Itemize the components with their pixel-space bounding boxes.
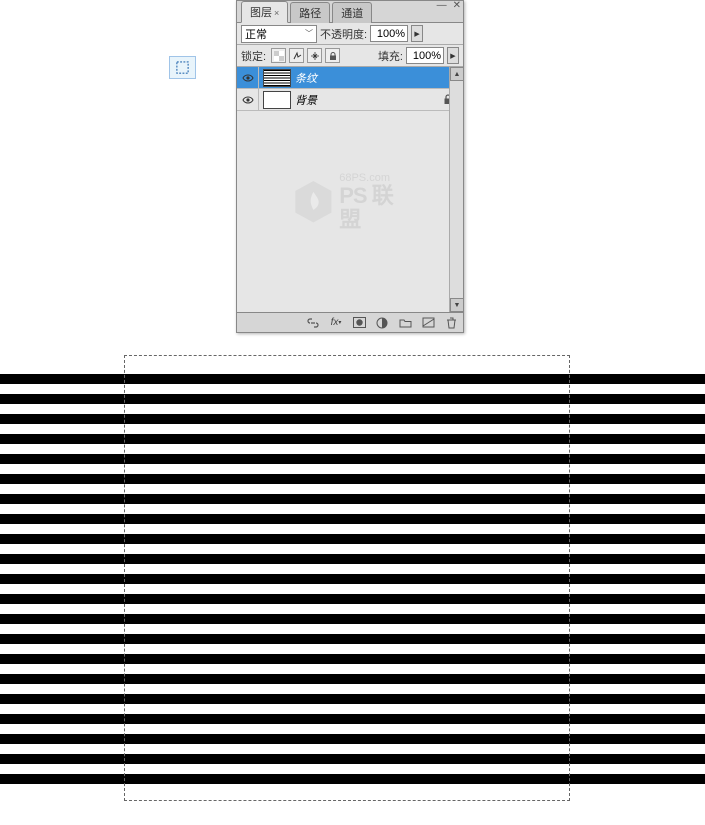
- eye-icon: [242, 96, 254, 104]
- opacity-label: 不透明度:: [320, 26, 367, 42]
- opacity-flyout-icon[interactable]: ▶: [411, 25, 423, 42]
- layer-row-stripes[interactable]: 条纹: [237, 67, 463, 89]
- selection-marquee[interactable]: [124, 355, 570, 801]
- lock-icons-group: [271, 48, 340, 63]
- layer-name[interactable]: 条纹: [295, 70, 463, 86]
- panel-tabs: 图层× 路径 通道: [237, 1, 463, 23]
- scroll-down-icon[interactable]: ▼: [450, 298, 464, 312]
- lock-position-icon[interactable]: [307, 48, 322, 63]
- layers-panel: — ✕ 图层× 路径 通道 正常 ﹀ 不透明度: 100% ▶ 锁定: 填充:: [236, 0, 464, 333]
- lock-transparent-icon[interactable]: [271, 48, 286, 63]
- scroll-up-icon[interactable]: ▲: [450, 67, 464, 81]
- fill-input[interactable]: 100%: [406, 47, 444, 64]
- minimize-icon[interactable]: —: [437, 1, 447, 11]
- lock-label: 锁定:: [241, 48, 266, 64]
- layer-list: 条纹 背景 68PS.com PS 联盟 ▲ ▼: [237, 67, 463, 312]
- chevron-down-icon: ﹀: [305, 28, 313, 39]
- lock-pixels-icon[interactable]: [289, 48, 304, 63]
- watermark-domain: 68PS.com: [339, 172, 406, 184]
- tab-label: 路径: [299, 8, 321, 20]
- layer-fx-icon[interactable]: fx▾: [328, 316, 344, 330]
- layer-thumbnail[interactable]: [263, 91, 291, 109]
- group-icon[interactable]: [397, 316, 413, 330]
- blend-opacity-row: 正常 ﹀ 不透明度: 100% ▶: [237, 23, 463, 45]
- layer-mask-icon[interactable]: [351, 316, 367, 330]
- eye-icon: [242, 74, 254, 82]
- new-layer-icon[interactable]: [420, 316, 436, 330]
- visibility-toggle[interactable]: [237, 89, 259, 110]
- tab-close-icon[interactable]: ×: [274, 8, 279, 18]
- fill-label: 填充:: [378, 48, 403, 64]
- tab-paths[interactable]: 路径: [290, 2, 330, 23]
- delete-layer-icon[interactable]: [443, 316, 459, 330]
- tab-label: 图层: [250, 7, 272, 19]
- marquee-tool-icon[interactable]: [169, 56, 196, 79]
- scrollbar[interactable]: ▲ ▼: [449, 67, 463, 312]
- panel-footer: fx▾: [237, 312, 463, 332]
- lock-all-icon[interactable]: [325, 48, 340, 63]
- layer-name[interactable]: 背景: [295, 92, 443, 108]
- tab-label: 通道: [341, 8, 363, 20]
- close-x-icon[interactable]: ✕: [453, 1, 461, 11]
- lock-fill-row: 锁定: 填充: 100% ▶: [237, 45, 463, 67]
- blend-mode-select[interactable]: 正常 ﹀: [241, 25, 317, 43]
- layer-thumbnail[interactable]: [263, 69, 291, 87]
- opacity-input[interactable]: 100%: [370, 25, 408, 42]
- visibility-toggle[interactable]: [237, 67, 259, 88]
- tab-channels[interactable]: 通道: [332, 2, 372, 23]
- blend-mode-value: 正常: [245, 26, 267, 42]
- link-layers-icon[interactable]: [305, 316, 321, 330]
- watermark: 68PS.com PS 联盟: [294, 172, 407, 232]
- layer-row-background[interactable]: 背景: [237, 89, 463, 111]
- fill-flyout-icon[interactable]: ▶: [447, 47, 459, 64]
- watermark-brand: PS 联盟: [339, 184, 406, 232]
- adjustment-layer-icon[interactable]: [374, 316, 390, 330]
- tab-layers[interactable]: 图层×: [241, 1, 288, 23]
